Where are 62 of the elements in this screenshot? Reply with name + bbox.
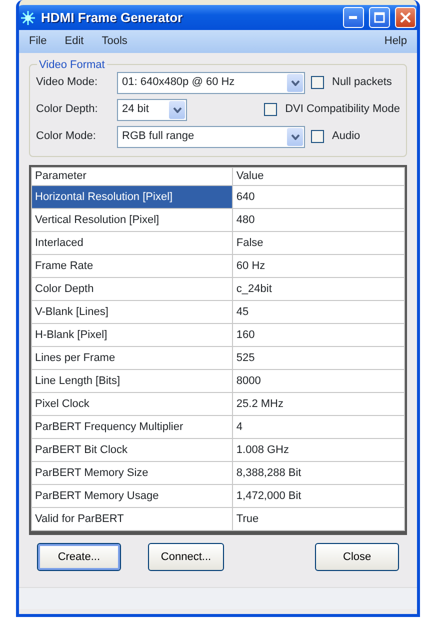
checkbox-label: Null packets	[332, 75, 392, 90]
table-cell: Frame Rate	[32, 254, 233, 278]
dropdown[interactable]: 01: 640x480p @ 60 Hz	[117, 72, 305, 94]
table-cell: 4	[232, 416, 404, 438]
table-cell: Color Depth	[32, 278, 233, 300]
close-dialog-button[interactable]: Close	[315, 543, 399, 571]
table-cell: c_24bit	[232, 278, 404, 300]
close-button[interactable]	[395, 7, 416, 28]
table-cell: ParBERT Frequency Multiplier	[32, 416, 233, 438]
maximize-button[interactable]	[369, 7, 390, 28]
table-cell: 8000	[232, 370, 404, 392]
connect-button[interactable]: Connect...	[148, 543, 224, 571]
checkbox[interactable]	[311, 76, 324, 89]
table-cell: 525	[232, 346, 404, 370]
minimize-button[interactable]	[343, 7, 364, 28]
maximize-icon	[374, 12, 385, 24]
sun-icon	[20, 10, 36, 26]
table-cell: Valid for ParBERT	[32, 508, 233, 530]
table-cell: ParBERT Memory Size	[32, 462, 233, 484]
table-cell: 480	[232, 208, 404, 232]
field-label: Video Mode:	[36, 75, 99, 90]
table-cell: Interlaced	[32, 232, 233, 254]
table-cell: 1.008 GHz	[232, 438, 404, 462]
field-label: Color Mode:	[36, 129, 97, 144]
column-header: Value	[232, 168, 404, 186]
checkbox-label: DVI Compatibility Mode	[285, 102, 400, 118]
dropdown[interactable]: 24 bit	[117, 98, 187, 120]
table-cell: 640	[232, 186, 404, 208]
table-cell: 1,472,000 Bit	[232, 484, 404, 508]
table-cell: 25.2 MHz	[232, 392, 404, 416]
table-cell: 60 Hz	[232, 254, 404, 278]
checkbox-label: Audio	[332, 129, 360, 144]
checkbox[interactable]	[311, 130, 324, 143]
column-header: Parameter	[32, 168, 233, 186]
window-title: HDMI Frame Generator	[41, 8, 184, 27]
close-icon	[400, 12, 411, 24]
table-cell: V-Blank [Lines]	[32, 300, 233, 324]
table-cell: False	[232, 232, 404, 254]
table-cell: Pixel Clock	[32, 392, 233, 416]
table-cell: Horizontal Resolution [Pixel]	[32, 186, 233, 208]
caret-icon	[290, 134, 300, 140]
dropdown[interactable]: RGB full range	[117, 126, 305, 148]
menu-item[interactable]: Edit	[64, 33, 84, 50]
table-cell: ParBERT Bit Clock	[32, 438, 233, 462]
table-cell: 8,388,288 Bit	[232, 462, 404, 484]
table-cell: Vertical Resolution [Pixel]	[32, 208, 233, 232]
table-cell: 160	[232, 324, 404, 346]
table-cell: True	[232, 508, 404, 530]
menu-item[interactable]: File	[29, 33, 47, 50]
table-cell: 45	[232, 300, 404, 324]
caret-icon	[172, 106, 182, 112]
field-label: Color Depth:	[36, 102, 99, 118]
minimize-icon	[349, 16, 358, 20]
caret-icon	[290, 80, 300, 86]
table-cell: H-Blank [Pixel]	[32, 324, 233, 346]
menu-item[interactable]: Tools	[102, 33, 128, 50]
table-cell: Lines per Frame	[32, 346, 233, 370]
checkbox[interactable]	[264, 103, 278, 116]
table-cell: ParBERT Memory Usage	[32, 484, 233, 508]
create-button[interactable]: Create...	[37, 543, 121, 571]
table-cell: Line Length [Bits]	[32, 370, 233, 392]
menu-item[interactable]: Help	[384, 33, 407, 50]
